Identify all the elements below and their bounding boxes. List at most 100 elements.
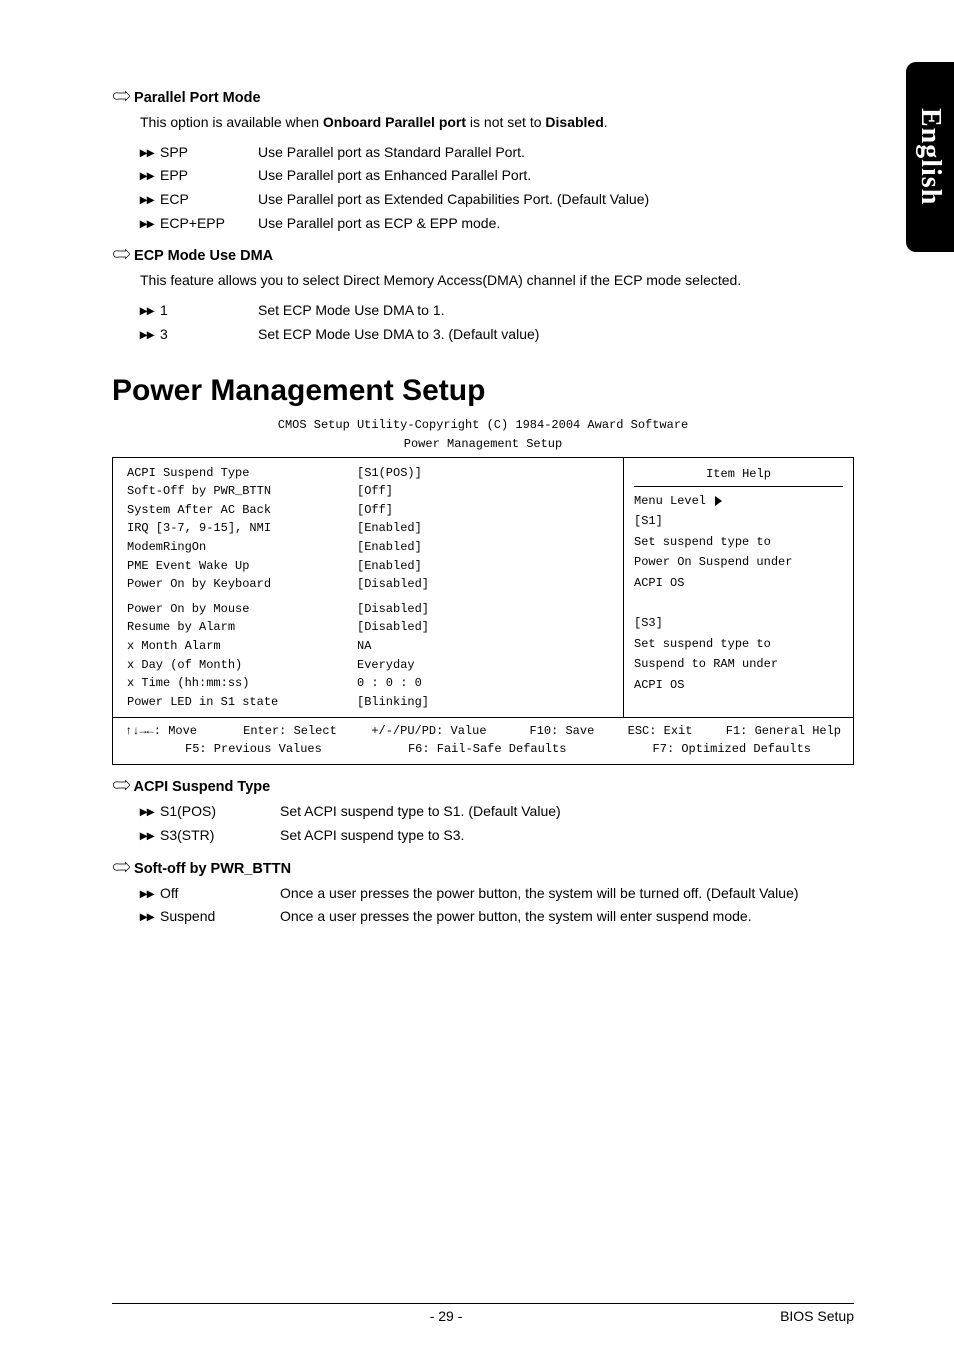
bios-setting-value: [Disabled] — [357, 600, 613, 619]
page-title: Power Management Setup — [112, 374, 854, 408]
bios-help-line: ACPI OS — [634, 573, 843, 593]
bios-setting-value: [Disabled] — [357, 618, 613, 637]
option-desc: Set ACPI suspend type to S1. (Default Va… — [280, 801, 854, 823]
double-arrow-icon: ▸▸ — [140, 165, 160, 187]
option-key: ▸▸1 — [140, 300, 258, 322]
bios-help-line: Power On Suspend under — [634, 552, 843, 572]
option-desc: Once a user presses the power button, th… — [280, 883, 854, 905]
bios-setting-label: System After AC Back — [127, 501, 357, 520]
section-acpi: ACPI Suspend Type ▸▸S1(POS)Set ACPI susp… — [112, 779, 854, 846]
double-arrow-icon: ▸▸ — [140, 906, 160, 928]
heading-text: Parallel Port Mode — [134, 90, 261, 106]
option-desc: Set ACPI suspend type to S3. — [280, 825, 854, 847]
option-desc: Use Parallel port as Standard Parallel P… — [258, 142, 854, 164]
hint-help: F1: General Help — [726, 722, 841, 740]
bios-setting-value: [Blinking] — [357, 693, 613, 712]
bios-setting-label: Resume by Alarm — [127, 618, 357, 637]
bios-setting-label: ModemRingOn — [127, 538, 357, 557]
bios-help-line: [S3] — [634, 613, 843, 633]
hand-icon — [112, 90, 130, 102]
option-key: ▸▸ECP+EPP — [140, 213, 258, 235]
page-footer: - 29 - BIOS Setup — [112, 1303, 854, 1324]
section-ecp-mode: ECP Mode Use DMA This feature allows you… — [112, 248, 854, 345]
bios-setting-label: PME Event Wake Up — [127, 557, 357, 576]
item-help-title: Item Help — [634, 464, 843, 484]
text: Menu Level — [634, 494, 706, 508]
option-desc: Set ECP Mode Use DMA to 3. (Default valu… — [258, 324, 854, 346]
bios-setting-label: Power On by Mouse — [127, 600, 357, 619]
bios-setting-value: 0 : 0 : 0 — [357, 674, 613, 693]
text: This option is available when — [140, 114, 323, 130]
section-heading: Soft-off by PWR_BTTN — [112, 861, 854, 877]
bios-setting-value: Everyday — [357, 656, 613, 675]
section-desc: This option is available when Onboard Pa… — [140, 112, 854, 134]
option-key: ▸▸Off — [140, 883, 280, 905]
bios-setting-value: [Off] — [357, 501, 613, 520]
bios-help-line: Set suspend type to — [634, 532, 843, 552]
page-content: Parallel Port Mode This option is availa… — [0, 0, 954, 972]
bios-setting-label: x Day (of Month) — [127, 656, 357, 675]
bios-setting-value: [Enabled] — [357, 557, 613, 576]
text: is not set to — [466, 114, 545, 130]
bios-help-panel: Item Help Menu Level [S1]Set suspend typ… — [623, 458, 853, 718]
bios-setting-row: Power On by Mouse[Disabled] — [127, 600, 613, 619]
bios-help-line: [S1] — [634, 511, 843, 531]
option-row: ▸▸S1(POS)Set ACPI suspend type to S1. (D… — [140, 801, 854, 823]
hint-move: ↑↓→←: Move — [125, 722, 235, 740]
hint-failsafe: F6: Fail-Safe Defaults — [408, 740, 566, 758]
option-key: ▸▸S3(STR) — [140, 825, 280, 847]
section-heading: ACPI Suspend Type — [112, 779, 854, 795]
bios-settings-panel: ACPI Suspend Type[S1(POS)]Soft-Off by PW… — [113, 458, 623, 718]
bios-setting-value: NA — [357, 637, 613, 656]
bios-setting-row: Soft-Off by PWR_BTTN[Off] — [127, 482, 613, 501]
option-row: ▸▸1Set ECP Mode Use DMA to 1. — [140, 300, 854, 322]
bios-setting-row: Power LED in S1 state[Blinking] — [127, 693, 613, 712]
bios-footer-row1: ↑↓→←: Move Enter: Select +/-/PU/PD: Valu… — [125, 722, 841, 740]
bios-setting-row: ACPI Suspend Type[S1(POS)] — [127, 464, 613, 483]
option-desc: Use Parallel port as Enhanced Parallel P… — [258, 165, 854, 187]
double-arrow-icon: ▸▸ — [140, 213, 160, 235]
bios-setting-row: PME Event Wake Up[Enabled] — [127, 557, 613, 576]
page-number: - 29 - — [430, 1308, 463, 1324]
footer-section: BIOS Setup — [780, 1308, 854, 1324]
section-heading: Parallel Port Mode — [112, 90, 854, 106]
bios-help-line: Suspend to RAM under — [634, 654, 843, 674]
option-row: ▸▸SPPUse Parallel port as Standard Paral… — [140, 142, 854, 164]
option-desc: Once a user presses the power button, th… — [280, 906, 854, 928]
text: . — [604, 114, 608, 130]
bios-setting-label: Power On by Keyboard — [127, 575, 357, 594]
bios-setting-row: x Time (hh:mm:ss)0 : 0 : 0 — [127, 674, 613, 693]
bios-setting-label: x Month Alarm — [127, 637, 357, 656]
menu-level: Menu Level — [634, 491, 843, 511]
bios-footer-row2: F5: Previous Values F6: Fail-Safe Defaul… — [125, 740, 841, 758]
double-arrow-icon: ▸▸ — [140, 324, 160, 346]
bios-setting-row: x Day (of Month)Everyday — [127, 656, 613, 675]
text-bold: Onboard Parallel port — [323, 114, 466, 130]
bios-setting-row: System After AC Back[Off] — [127, 501, 613, 520]
option-row: ▸▸EPPUse Parallel port as Enhanced Paral… — [140, 165, 854, 187]
bios-top: ACPI Suspend Type[S1(POS)]Soft-Off by PW… — [113, 458, 853, 719]
section-heading: ECP Mode Use DMA — [112, 248, 854, 264]
hand-icon — [112, 861, 130, 873]
bios-setting-value: [Off] — [357, 482, 613, 501]
hint-select: Enter: Select — [243, 722, 363, 740]
section-desc: This feature allows you to select Direct… — [140, 270, 854, 292]
bios-setting-value: [Enabled] — [357, 519, 613, 538]
option-row: ▸▸ECPUse Parallel port as Extended Capab… — [140, 189, 854, 211]
bios-screen: ACPI Suspend Type[S1(POS)]Soft-Off by PW… — [112, 457, 854, 766]
bios-setting-value: [S1(POS)] — [357, 464, 613, 483]
double-arrow-icon: ▸▸ — [140, 189, 160, 211]
option-key: ▸▸Suspend — [140, 906, 280, 928]
bios-header-line2: Power Management Setup — [112, 437, 854, 453]
heading-text: ACPI Suspend Type — [134, 779, 271, 795]
bios-setting-label: Soft-Off by PWR_BTTN — [127, 482, 357, 501]
bios-help-line: ACPI OS — [634, 675, 843, 695]
option-row: ▸▸SuspendOnce a user presses the power b… — [140, 906, 854, 928]
option-desc: Use Parallel port as ECP & EPP mode. — [258, 213, 854, 235]
bios-footer: ↑↓→←: Move Enter: Select +/-/PU/PD: Valu… — [113, 718, 853, 764]
double-arrow-icon: ▸▸ — [140, 883, 160, 905]
bios-setting-label: x Time (hh:mm:ss) — [127, 674, 357, 693]
bios-setting-label: ACPI Suspend Type — [127, 464, 357, 483]
bios-setting-row: IRQ [3-7, 9-15], NMI[Enabled] — [127, 519, 613, 538]
hand-icon — [112, 779, 130, 791]
